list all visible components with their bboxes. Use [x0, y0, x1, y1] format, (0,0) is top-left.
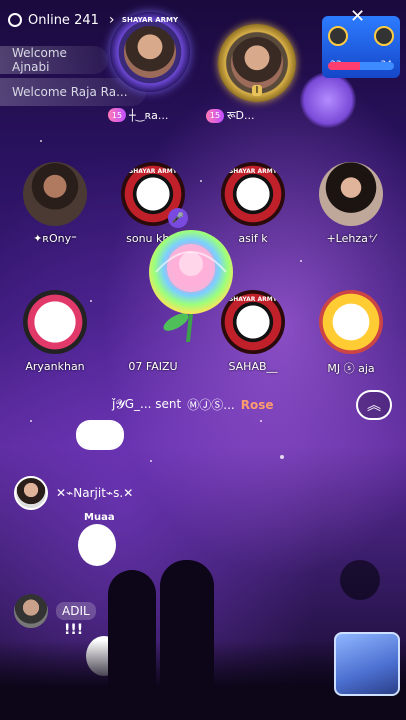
double-chevron-up-icon: ︽ [367, 398, 381, 414]
seat-4[interactable]: +Lehza⁺⁄ [316, 162, 386, 245]
welcome-banner-1: Welcome Ajnabi [0, 46, 108, 74]
chat-message[interactable]: ✕⌁Narjit⌁s.✕ [14, 476, 133, 510]
pk-progress-fill [328, 62, 361, 70]
seat-name: SAHAB__ [228, 360, 278, 373]
host-2-label: 15 रूD... [206, 108, 255, 123]
gift-name: Rose [240, 397, 274, 412]
online-label: Online 241 [28, 12, 99, 28]
pk-avatar-left [328, 26, 348, 46]
rank-badge: I [251, 85, 263, 96]
welcome-text: Welcome Ajnabi [12, 46, 67, 74]
seat-name: ✦ʀOny⁼ [33, 232, 77, 245]
couple-silhouette [108, 570, 156, 720]
frame-text: SHAYAR ARMY [128, 168, 178, 175]
host-name: रूD... [227, 109, 255, 122]
host-1-label: 15 ┼‿ʀа... [108, 108, 168, 122]
welcome-text: Welcome Raja Ra... [12, 85, 128, 99]
rose-gift-animation [149, 230, 233, 342]
close-icon[interactable]: ✕ [350, 6, 365, 27]
pk-avatar-right [374, 26, 394, 46]
chat-avatar [14, 594, 48, 628]
moon-decoration [300, 72, 356, 128]
seat-avatar [23, 290, 87, 354]
couple-silhouette [160, 560, 214, 720]
people-icon [8, 13, 22, 27]
seat-5[interactable]: Aryankhan [20, 290, 90, 373]
sticker-text: Muaa [84, 512, 115, 523]
seat-8[interactable]: MJ ⓢ aja [316, 290, 386, 376]
sticker-text: !!! [64, 622, 84, 638]
game-shortcut-button[interactable] [334, 632, 400, 696]
chat-avatar [14, 476, 48, 510]
seat-1[interactable]: ✦ʀOny⁼ [20, 162, 90, 245]
chat-username: ADIL [56, 602, 96, 620]
seat-name: 07 FAIZU [128, 360, 178, 373]
level-badge: 15 [108, 108, 126, 122]
pk-progress-bar [328, 62, 394, 70]
host-avatar [231, 37, 283, 89]
host-name: ┼‿ʀа... [129, 108, 169, 122]
chat-message[interactable]: ADIL [14, 594, 96, 628]
expand-chevron-button[interactable]: ︽ [356, 390, 392, 420]
gift-sender: ǰ𝓨G_... sent [112, 397, 182, 411]
chevron-right-icon: › [108, 12, 115, 28]
cartoon-sticker [78, 524, 116, 566]
seat-name: +Lehza⁺⁄ [326, 232, 376, 245]
seat-avatar [319, 162, 383, 226]
frame-text: SHAYAR ARMY [228, 168, 278, 175]
chat-username: ✕⌁Narjit⌁s.✕ [56, 486, 134, 500]
host-seat-2[interactable]: I [218, 24, 296, 102]
cartoon-sticker [76, 420, 124, 450]
seat-avatar [319, 290, 383, 354]
seat-name: MJ ⓢ aja [327, 362, 375, 375]
host-seat-1[interactable]: SHAYAR ARMY [110, 12, 190, 92]
host-avatar [124, 26, 176, 78]
gift-recipient: ⓂⒿⓈ... [187, 398, 235, 412]
level-badge: 15 [206, 108, 224, 123]
frame-text: SHAYAR ARMY [121, 16, 179, 24]
pk-battle-widget[interactable]: ✕ 33 34 [322, 6, 400, 78]
seat-avatar: SHAYAR ARMY [221, 162, 285, 226]
gift-notification: ǰ𝓨G_... sent ⓂⒿⓈ... Rose [112, 396, 273, 413]
seat-avatar [23, 162, 87, 226]
seat-name: Aryankhan [25, 360, 85, 373]
online-count-button[interactable]: Online 241 › [8, 12, 115, 28]
palm-tree-silhouette [340, 560, 380, 600]
